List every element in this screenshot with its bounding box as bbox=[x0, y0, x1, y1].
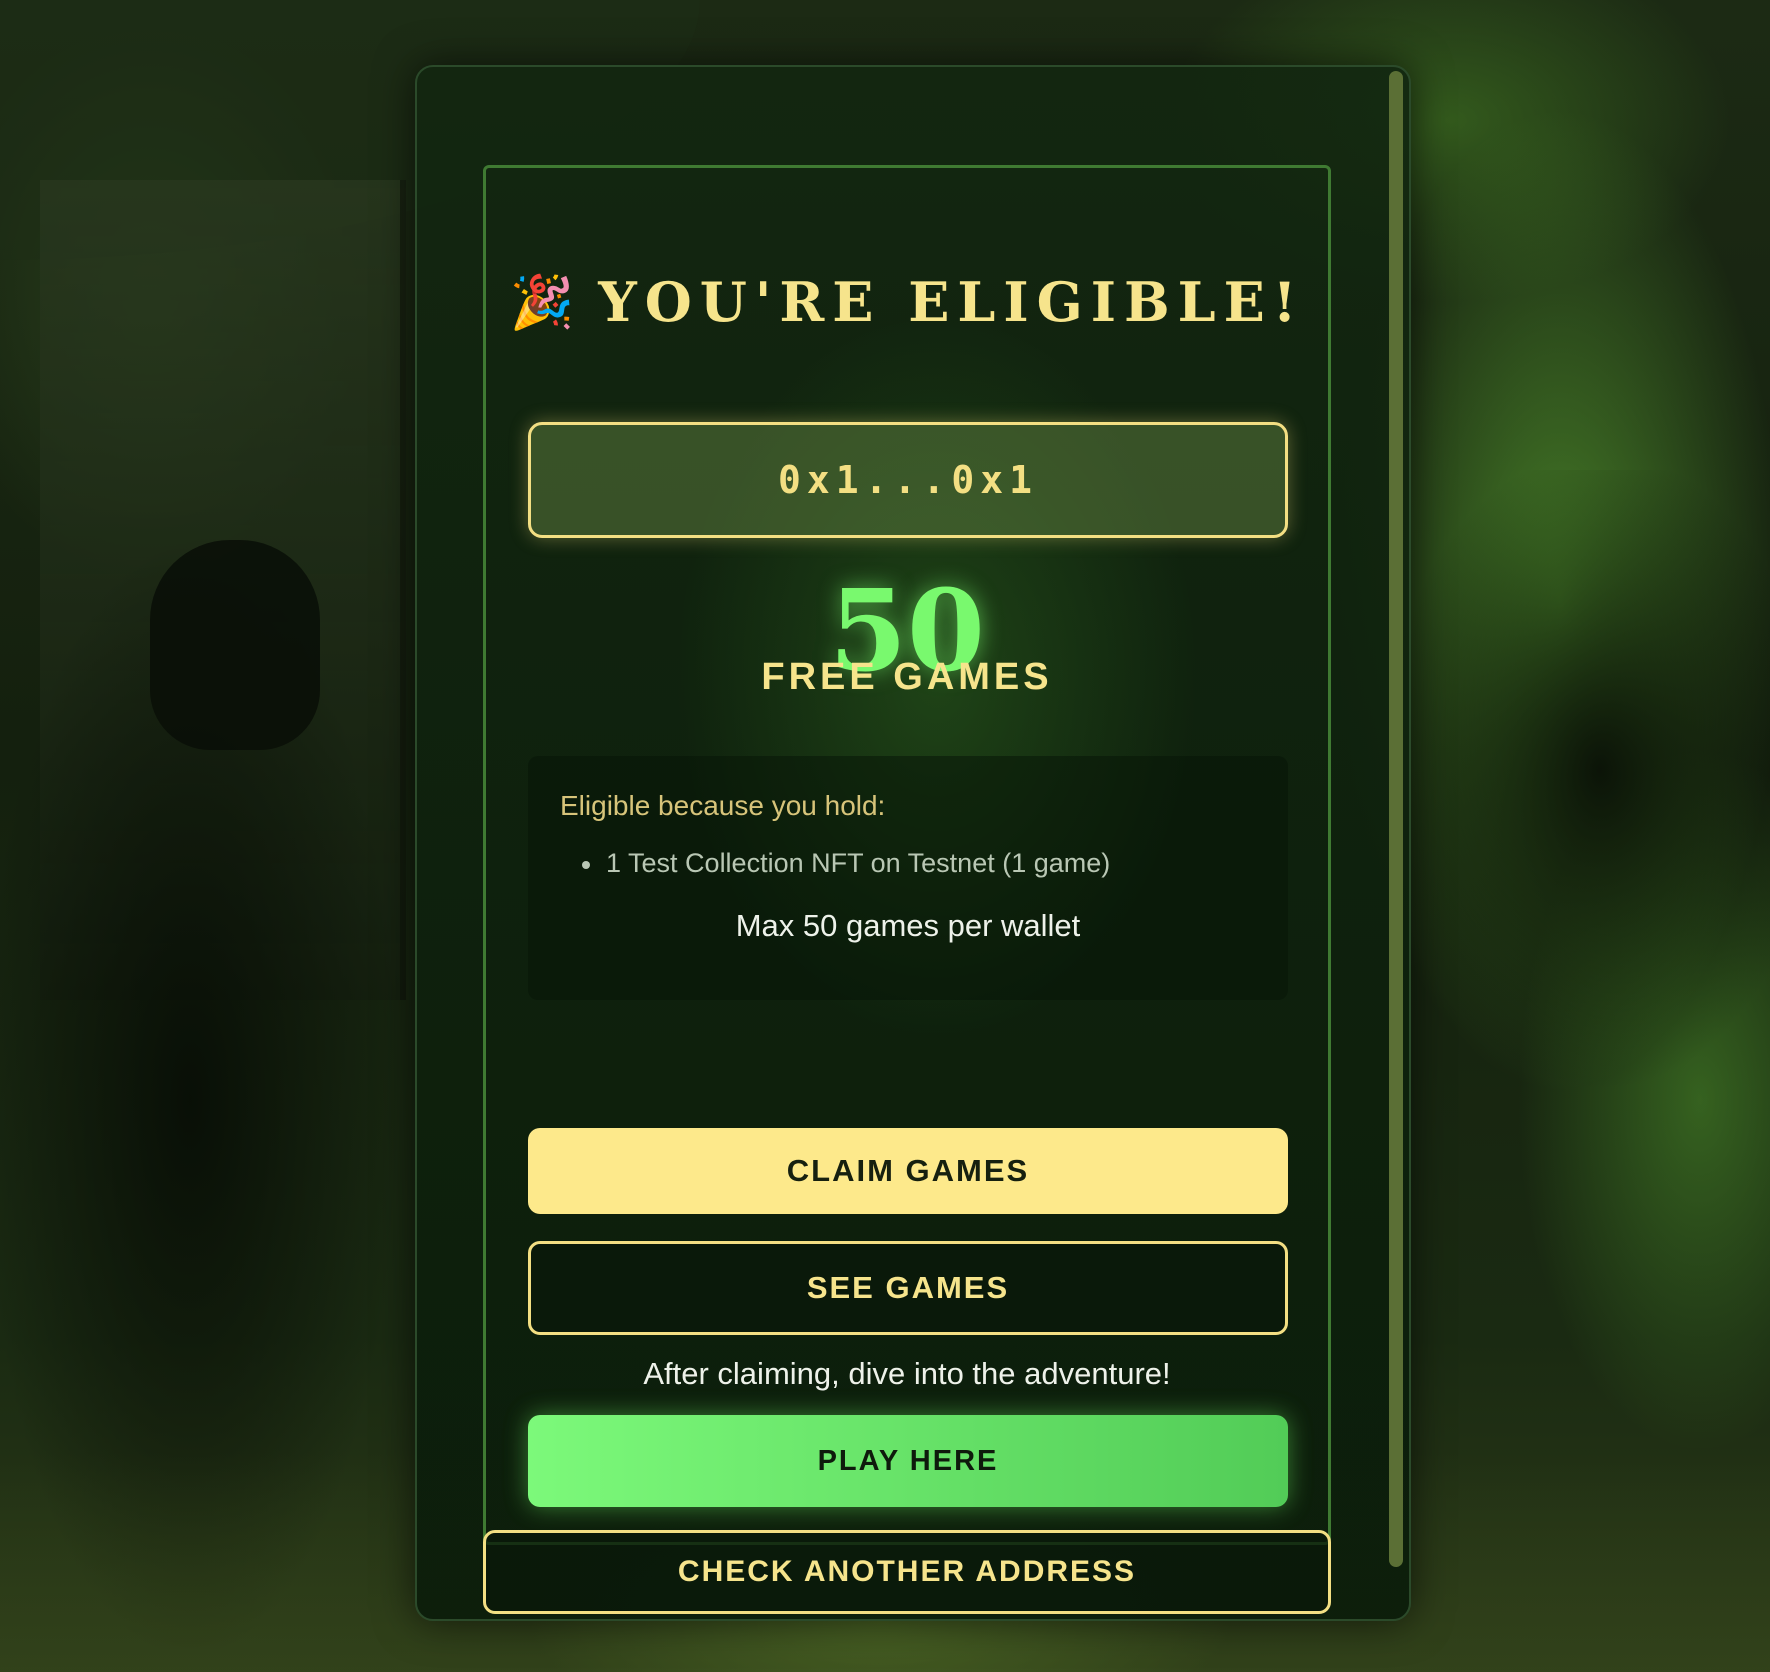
play-here-button[interactable]: PLAY HERE bbox=[528, 1415, 1288, 1507]
background-figure-hood bbox=[150, 540, 320, 750]
page-title: 🎉 YOU'RE ELIGIBLE! bbox=[486, 270, 1328, 334]
free-games-label: FREE GAMES bbox=[761, 656, 1053, 698]
eligibility-reason-heading: Eligible because you hold: bbox=[560, 790, 886, 821]
eligibility-card: 🎉 YOU'RE ELIGIBLE! 0x1...0x1 50 FREE GAME… bbox=[483, 165, 1331, 1545]
background-beast bbox=[1370, 470, 1770, 1090]
holding-list-item: 1 Test Collection NFT on Testnet (1 game… bbox=[582, 848, 1110, 879]
check-another-address-button[interactable]: CHECK ANOTHER ADDRESS bbox=[483, 1530, 1331, 1614]
after-claim-text: After claiming, dive into the adventure! bbox=[643, 1356, 1171, 1391]
max-games-note: Max 50 games per wallet bbox=[735, 908, 1081, 943]
eligibility-details: Eligible because you hold: 1 Test Collec… bbox=[528, 756, 1288, 1000]
claim-games-button[interactable]: CLAIM GAMES bbox=[528, 1128, 1288, 1214]
eligibility-panel: 🎉 YOU'RE ELIGIBLE! 0x1...0x1 50 FREE GAME… bbox=[415, 65, 1411, 1621]
holding-text: 1 Test Collection NFT on Testnet (1 game… bbox=[606, 848, 1111, 878]
title-text: YOU'RE ELIGIBLE! bbox=[598, 270, 1305, 334]
party-popper-icon: 🎉 bbox=[509, 272, 575, 333]
wallet-address-box: 0x1...0x1 bbox=[528, 422, 1288, 538]
see-games-button[interactable]: SEE GAMES bbox=[528, 1241, 1288, 1335]
panel-scrollbar[interactable] bbox=[1389, 71, 1403, 1567]
wallet-address: 0x1...0x1 bbox=[778, 458, 1038, 502]
bullet-icon bbox=[582, 860, 590, 869]
